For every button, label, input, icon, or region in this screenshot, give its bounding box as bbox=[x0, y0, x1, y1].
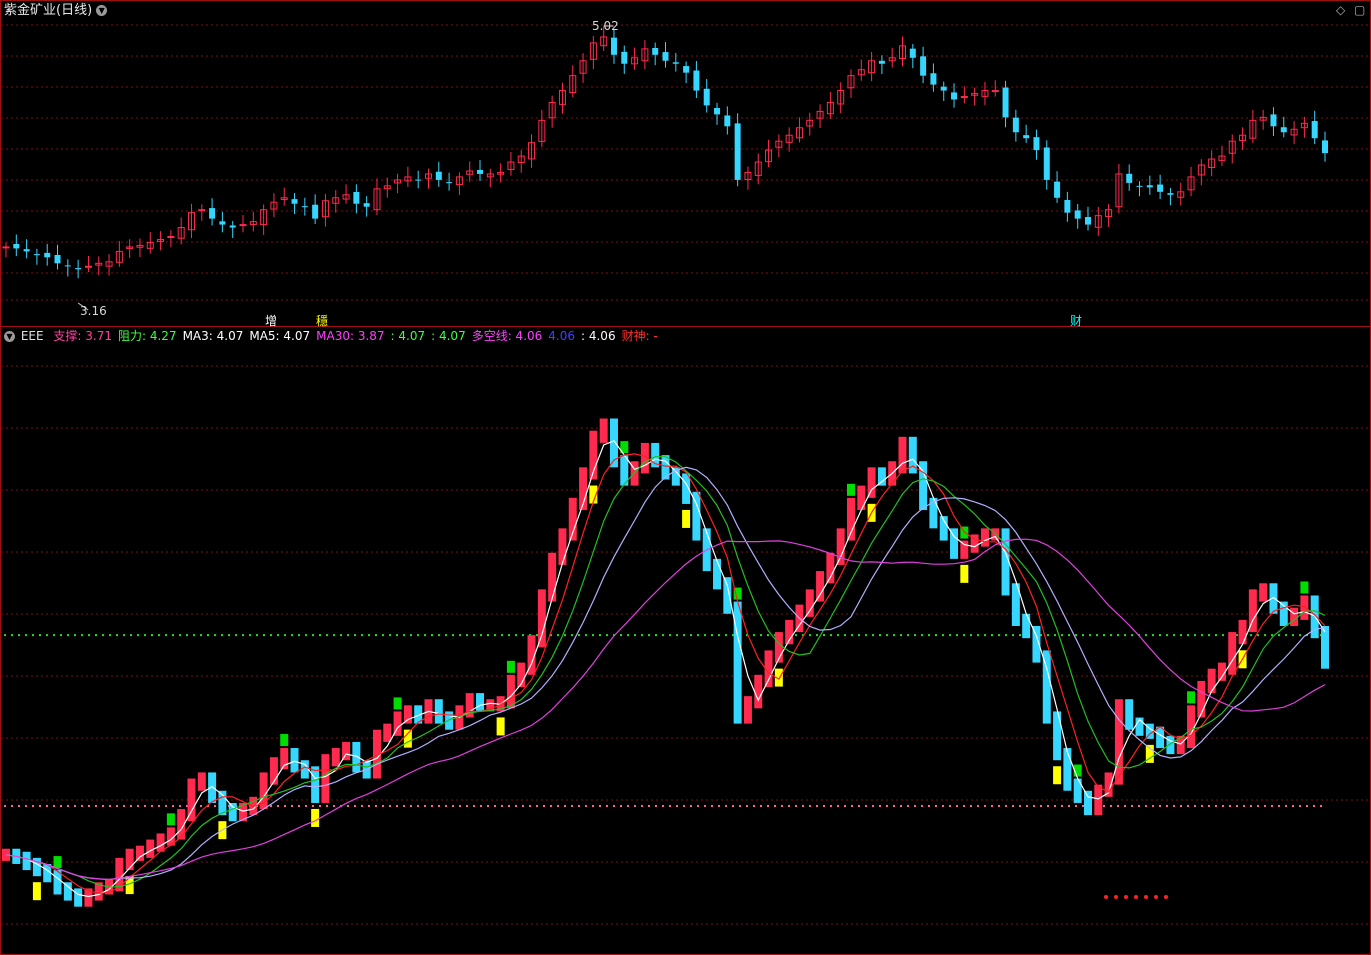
candle-body bbox=[714, 108, 721, 115]
legend-item: MA30: 3.87 bbox=[316, 329, 385, 343]
candle-body bbox=[662, 52, 669, 61]
indicator-name: EEE bbox=[20, 329, 44, 343]
maximize-icon[interactable]: ▢ bbox=[1354, 3, 1365, 17]
legend-item: MA3: 4.07 bbox=[182, 329, 244, 343]
candle-body bbox=[703, 88, 710, 106]
candle-body bbox=[291, 199, 298, 204]
marker-cai[interactable]: 财 bbox=[1070, 312, 1082, 329]
candle-body bbox=[734, 123, 741, 180]
candle-body bbox=[693, 70, 700, 91]
candle-body bbox=[301, 206, 308, 208]
candle-body bbox=[1064, 199, 1071, 213]
candle-body bbox=[1146, 185, 1153, 188]
candle-body bbox=[54, 254, 61, 264]
legend-item: : 4.07 bbox=[390, 329, 426, 343]
candle-body bbox=[930, 73, 937, 85]
candle-body bbox=[1167, 193, 1174, 195]
candle-body bbox=[652, 48, 659, 55]
candle-body bbox=[209, 208, 216, 219]
candle-body bbox=[878, 60, 885, 64]
candle-body bbox=[672, 62, 679, 64]
legend-item: 4.06 bbox=[548, 329, 575, 343]
candle-body bbox=[951, 92, 958, 100]
candle-body bbox=[219, 221, 226, 225]
candle-body bbox=[13, 243, 20, 249]
candle-body bbox=[1311, 121, 1318, 139]
legend-item: 支撑: 3.71 bbox=[53, 329, 112, 343]
candle-body bbox=[1136, 185, 1143, 187]
marker-wen[interactable]: 穩 bbox=[316, 312, 328, 329]
candle-body bbox=[621, 51, 628, 64]
candle-body bbox=[1084, 217, 1091, 225]
candle-body bbox=[1002, 87, 1009, 118]
candle-body bbox=[1270, 114, 1277, 127]
candle-body bbox=[198, 209, 206, 212]
chevron-down-icon[interactable]: ▼ bbox=[96, 5, 108, 16]
candle-body bbox=[435, 171, 442, 180]
high-price-label: 5.02 bbox=[592, 19, 619, 33]
candle-body bbox=[44, 252, 51, 258]
candle-body bbox=[229, 225, 236, 228]
candle-body bbox=[23, 249, 30, 252]
candle-body bbox=[64, 265, 71, 267]
candle-body bbox=[33, 254, 40, 256]
candle-body bbox=[1054, 181, 1061, 198]
candle-body bbox=[2, 246, 10, 249]
candle-body bbox=[1074, 210, 1081, 219]
legend-item: : 4.07 bbox=[431, 329, 466, 343]
low-price-label: 3.16 bbox=[80, 304, 107, 318]
candle-body bbox=[1322, 140, 1328, 154]
candle-body bbox=[1033, 137, 1040, 151]
price-chart[interactable] bbox=[0, 0, 1371, 326]
candle-body bbox=[1157, 184, 1164, 192]
candle-body bbox=[940, 86, 947, 91]
candle-body bbox=[1012, 117, 1019, 133]
candle-body bbox=[84, 265, 92, 268]
candle-body bbox=[363, 203, 370, 207]
candle-body bbox=[1280, 127, 1287, 133]
candle-body bbox=[312, 204, 319, 219]
indicator-legend: ▼ EEE 支撑: 3.71 阻力: 4.27 MA3: 4.07 MA5: 4.07… bbox=[4, 329, 670, 343]
candle-body bbox=[960, 96, 968, 99]
candle-body bbox=[75, 268, 82, 270]
candle-body bbox=[991, 90, 999, 93]
candle-body bbox=[446, 182, 453, 184]
candle-body bbox=[683, 66, 690, 73]
legend-item: : 4.06 bbox=[581, 329, 616, 343]
legend-item: 多空线: 4.06 bbox=[471, 329, 543, 343]
candle-body bbox=[477, 169, 484, 174]
candle-body bbox=[724, 115, 731, 127]
candle-body bbox=[1126, 173, 1133, 183]
stock-title-bar: 紫金矿业(日线) ▼ bbox=[4, 3, 108, 18]
candle-body bbox=[920, 56, 927, 76]
legend-item: 阻力: 4.27 bbox=[117, 329, 177, 343]
candle-body bbox=[415, 179, 422, 181]
diamond-icon[interactable]: ◇ bbox=[1336, 3, 1345, 17]
pane-divider[interactable] bbox=[0, 326, 1371, 327]
chevron-down-icon[interactable]: ▼ bbox=[4, 331, 15, 342]
legend-item: 财神: - bbox=[621, 329, 658, 343]
candle-body bbox=[1023, 135, 1030, 139]
candle-body bbox=[1043, 147, 1050, 180]
candle-body bbox=[353, 191, 360, 204]
legend-item: MA5: 4.07 bbox=[249, 329, 311, 343]
candle-body bbox=[610, 37, 617, 55]
stock-title: 紫金矿业(日线) bbox=[4, 3, 93, 18]
marker-zeng[interactable]: 增 bbox=[265, 312, 277, 329]
candle-body bbox=[239, 224, 247, 227]
candle-body bbox=[909, 48, 916, 58]
candle-body bbox=[167, 235, 175, 238]
